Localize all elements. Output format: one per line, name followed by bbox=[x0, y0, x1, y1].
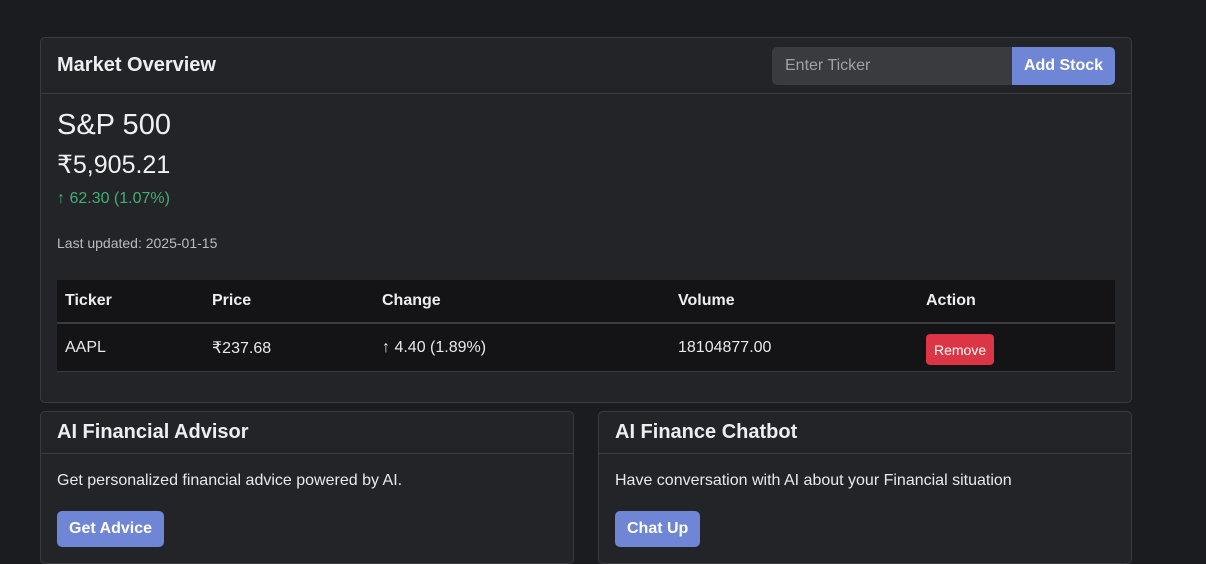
ai-advisor-header: AI Financial Advisor bbox=[41, 412, 573, 454]
ai-chatbot-description: Have conversation with AI about your Fin… bbox=[615, 472, 1012, 489]
add-stock-button[interactable]: Add Stock bbox=[1012, 46, 1115, 85]
cell-ticker: AAPL bbox=[57, 323, 204, 372]
index-price: ₹5,905.21 bbox=[57, 151, 171, 179]
market-overview-card: Market Overview Add Stock S&P 500 ₹5,905… bbox=[40, 37, 1132, 403]
ai-chatbot-title: AI Finance Chatbot bbox=[615, 421, 798, 443]
market-overview-title: Market Overview bbox=[57, 54, 216, 76]
column-header-volume: Volume bbox=[670, 280, 918, 324]
ai-advisor-description: Get personalized financial advice powere… bbox=[57, 472, 403, 489]
ai-advisor-title: AI Financial Advisor bbox=[57, 421, 249, 443]
chat-up-button[interactable]: Chat Up bbox=[615, 511, 701, 547]
cell-change: ↑ 4.40 (1.89%) bbox=[374, 323, 670, 372]
column-header-action: Action bbox=[918, 280, 1115, 324]
remove-stock-button[interactable]: Remove bbox=[926, 334, 995, 365]
ai-chatbot-card: AI Finance Chatbot Have conversation wit… bbox=[598, 411, 1132, 564]
table-header-row: Ticker Price Change Volume Action bbox=[57, 280, 1115, 324]
ai-advisor-card: AI Financial Advisor Get personalized fi… bbox=[40, 411, 574, 564]
index-name: S&P 500 bbox=[57, 109, 171, 141]
column-header-change: Change bbox=[374, 280, 670, 324]
last-updated: Last updated: 2025-01-15 bbox=[57, 235, 218, 251]
cell-volume: 18104877.00 bbox=[670, 323, 918, 372]
add-stock-form: Add Stock bbox=[772, 46, 1115, 85]
column-header-price: Price bbox=[204, 280, 374, 324]
table-row: AAPL ₹237.68 ↑ 4.40 (1.89%) 18104877.00 … bbox=[57, 323, 1115, 372]
stocks-table: Ticker Price Change Volume Action AAPL ₹… bbox=[57, 280, 1115, 372]
index-change: ↑ 62.30 (1.07%) bbox=[57, 190, 170, 207]
column-header-ticker: Ticker bbox=[57, 280, 204, 324]
market-overview-header: Market Overview Add Stock bbox=[41, 38, 1131, 94]
ticker-input[interactable] bbox=[772, 46, 1012, 85]
cell-action: Remove bbox=[918, 323, 1115, 372]
get-advice-button[interactable]: Get Advice bbox=[57, 511, 164, 547]
ai-chatbot-header: AI Finance Chatbot bbox=[599, 412, 1131, 454]
cell-price: ₹237.68 bbox=[204, 323, 374, 372]
